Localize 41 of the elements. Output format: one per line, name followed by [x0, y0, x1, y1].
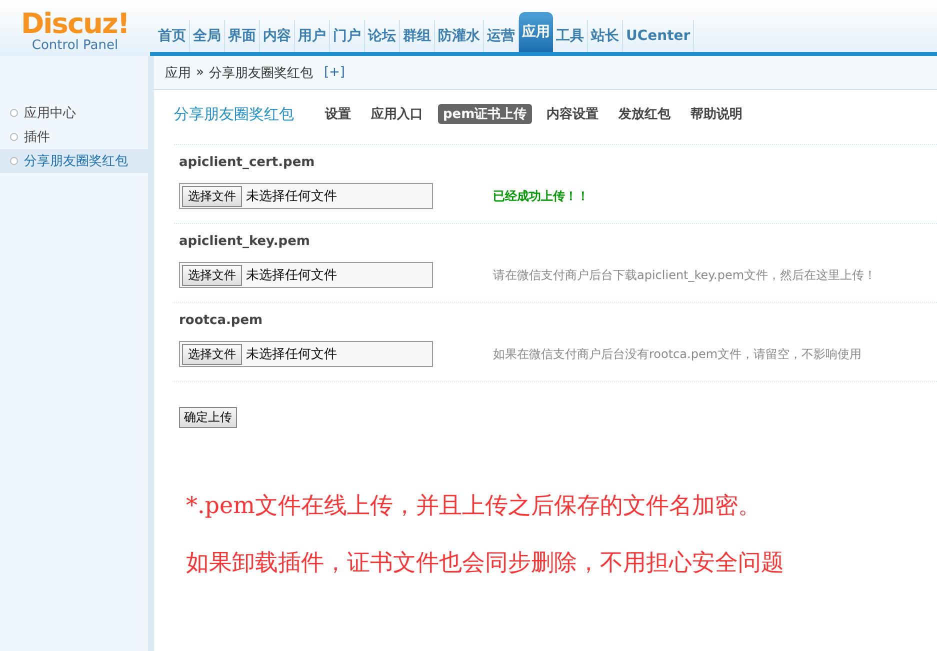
breadcrumb-current: 分享朋友圈奖红包 [208, 64, 313, 82]
sidebar-item[interactable]: 分享朋友圈奖红包 [0, 149, 148, 173]
field-label: rootca.pem [179, 313, 264, 328]
note-text: 如果卸载插件，证书文件也会同步删除，不用担心安全问题 [186, 549, 785, 578]
tab[interactable]: 应用入口 [366, 104, 428, 124]
nav-tab[interactable]: 应用 [519, 12, 553, 52]
file-name: 未选择任何文件 [246, 267, 337, 284]
sidebar-label: 插件 [24, 129, 50, 146]
field-note: 请在微信支付商户后台下载apiclient_key.pem文件，然后在这里上传！ [493, 266, 876, 284]
sidebar-item[interactable]: 应用中心 [0, 101, 148, 125]
bullet-icon [10, 157, 18, 165]
breadcrumb-link[interactable]: 应用 [165, 64, 191, 82]
field-label: apiclient_key.pem [179, 234, 311, 249]
sidebar-label: 应用中心 [24, 105, 76, 122]
tab[interactable]: pem证书上传 [438, 104, 532, 124]
breadcrumb-separator: » [196, 65, 204, 80]
plugin-title: 分享朋友圈奖红包 [174, 104, 294, 124]
field-note: 如果在微信支付商户后台没有rootca.pem文件，请留空，不影响使用 [493, 346, 862, 362]
choose-file-button[interactable]: 选择文件 [182, 344, 242, 364]
note-text: *.pem文件在线上传，并且上传之后保存的文件名加密。 [186, 492, 762, 521]
field-note: 已经成功上传！！ [493, 188, 589, 204]
file-input[interactable]: 选择文件 未选择任何文件 [179, 183, 433, 209]
submit-button[interactable]: 确定上传 [179, 407, 237, 428]
choose-file-button[interactable]: 选择文件 [182, 264, 242, 286]
sidebar-item[interactable]: 插件 [0, 125, 148, 149]
choose-file-button[interactable]: 选择文件 [182, 186, 242, 206]
file-name: 未选择任何文件 [246, 346, 337, 363]
tab[interactable]: 帮助说明 [686, 104, 748, 124]
tab[interactable]: 发放红包 [614, 104, 676, 124]
tab[interactable]: 设置 [320, 104, 356, 124]
logo: Discuz! [20, 10, 130, 38]
bullet-icon [10, 109, 18, 117]
logo-subtitle: Control Panel [32, 38, 118, 54]
tab[interactable]: 内容设置 [542, 104, 604, 124]
sidebar-label: 分享朋友圈奖红包 [24, 153, 128, 170]
file-name: 未选择任何文件 [246, 188, 337, 205]
file-input[interactable]: 选择文件 未选择任何文件 [179, 262, 433, 288]
file-input[interactable]: 选择文件 未选择任何文件 [179, 341, 433, 367]
field-label: apiclient_cert.pem [179, 155, 316, 170]
bullet-icon [10, 133, 18, 141]
add-link[interactable]: [+] [324, 65, 346, 80]
